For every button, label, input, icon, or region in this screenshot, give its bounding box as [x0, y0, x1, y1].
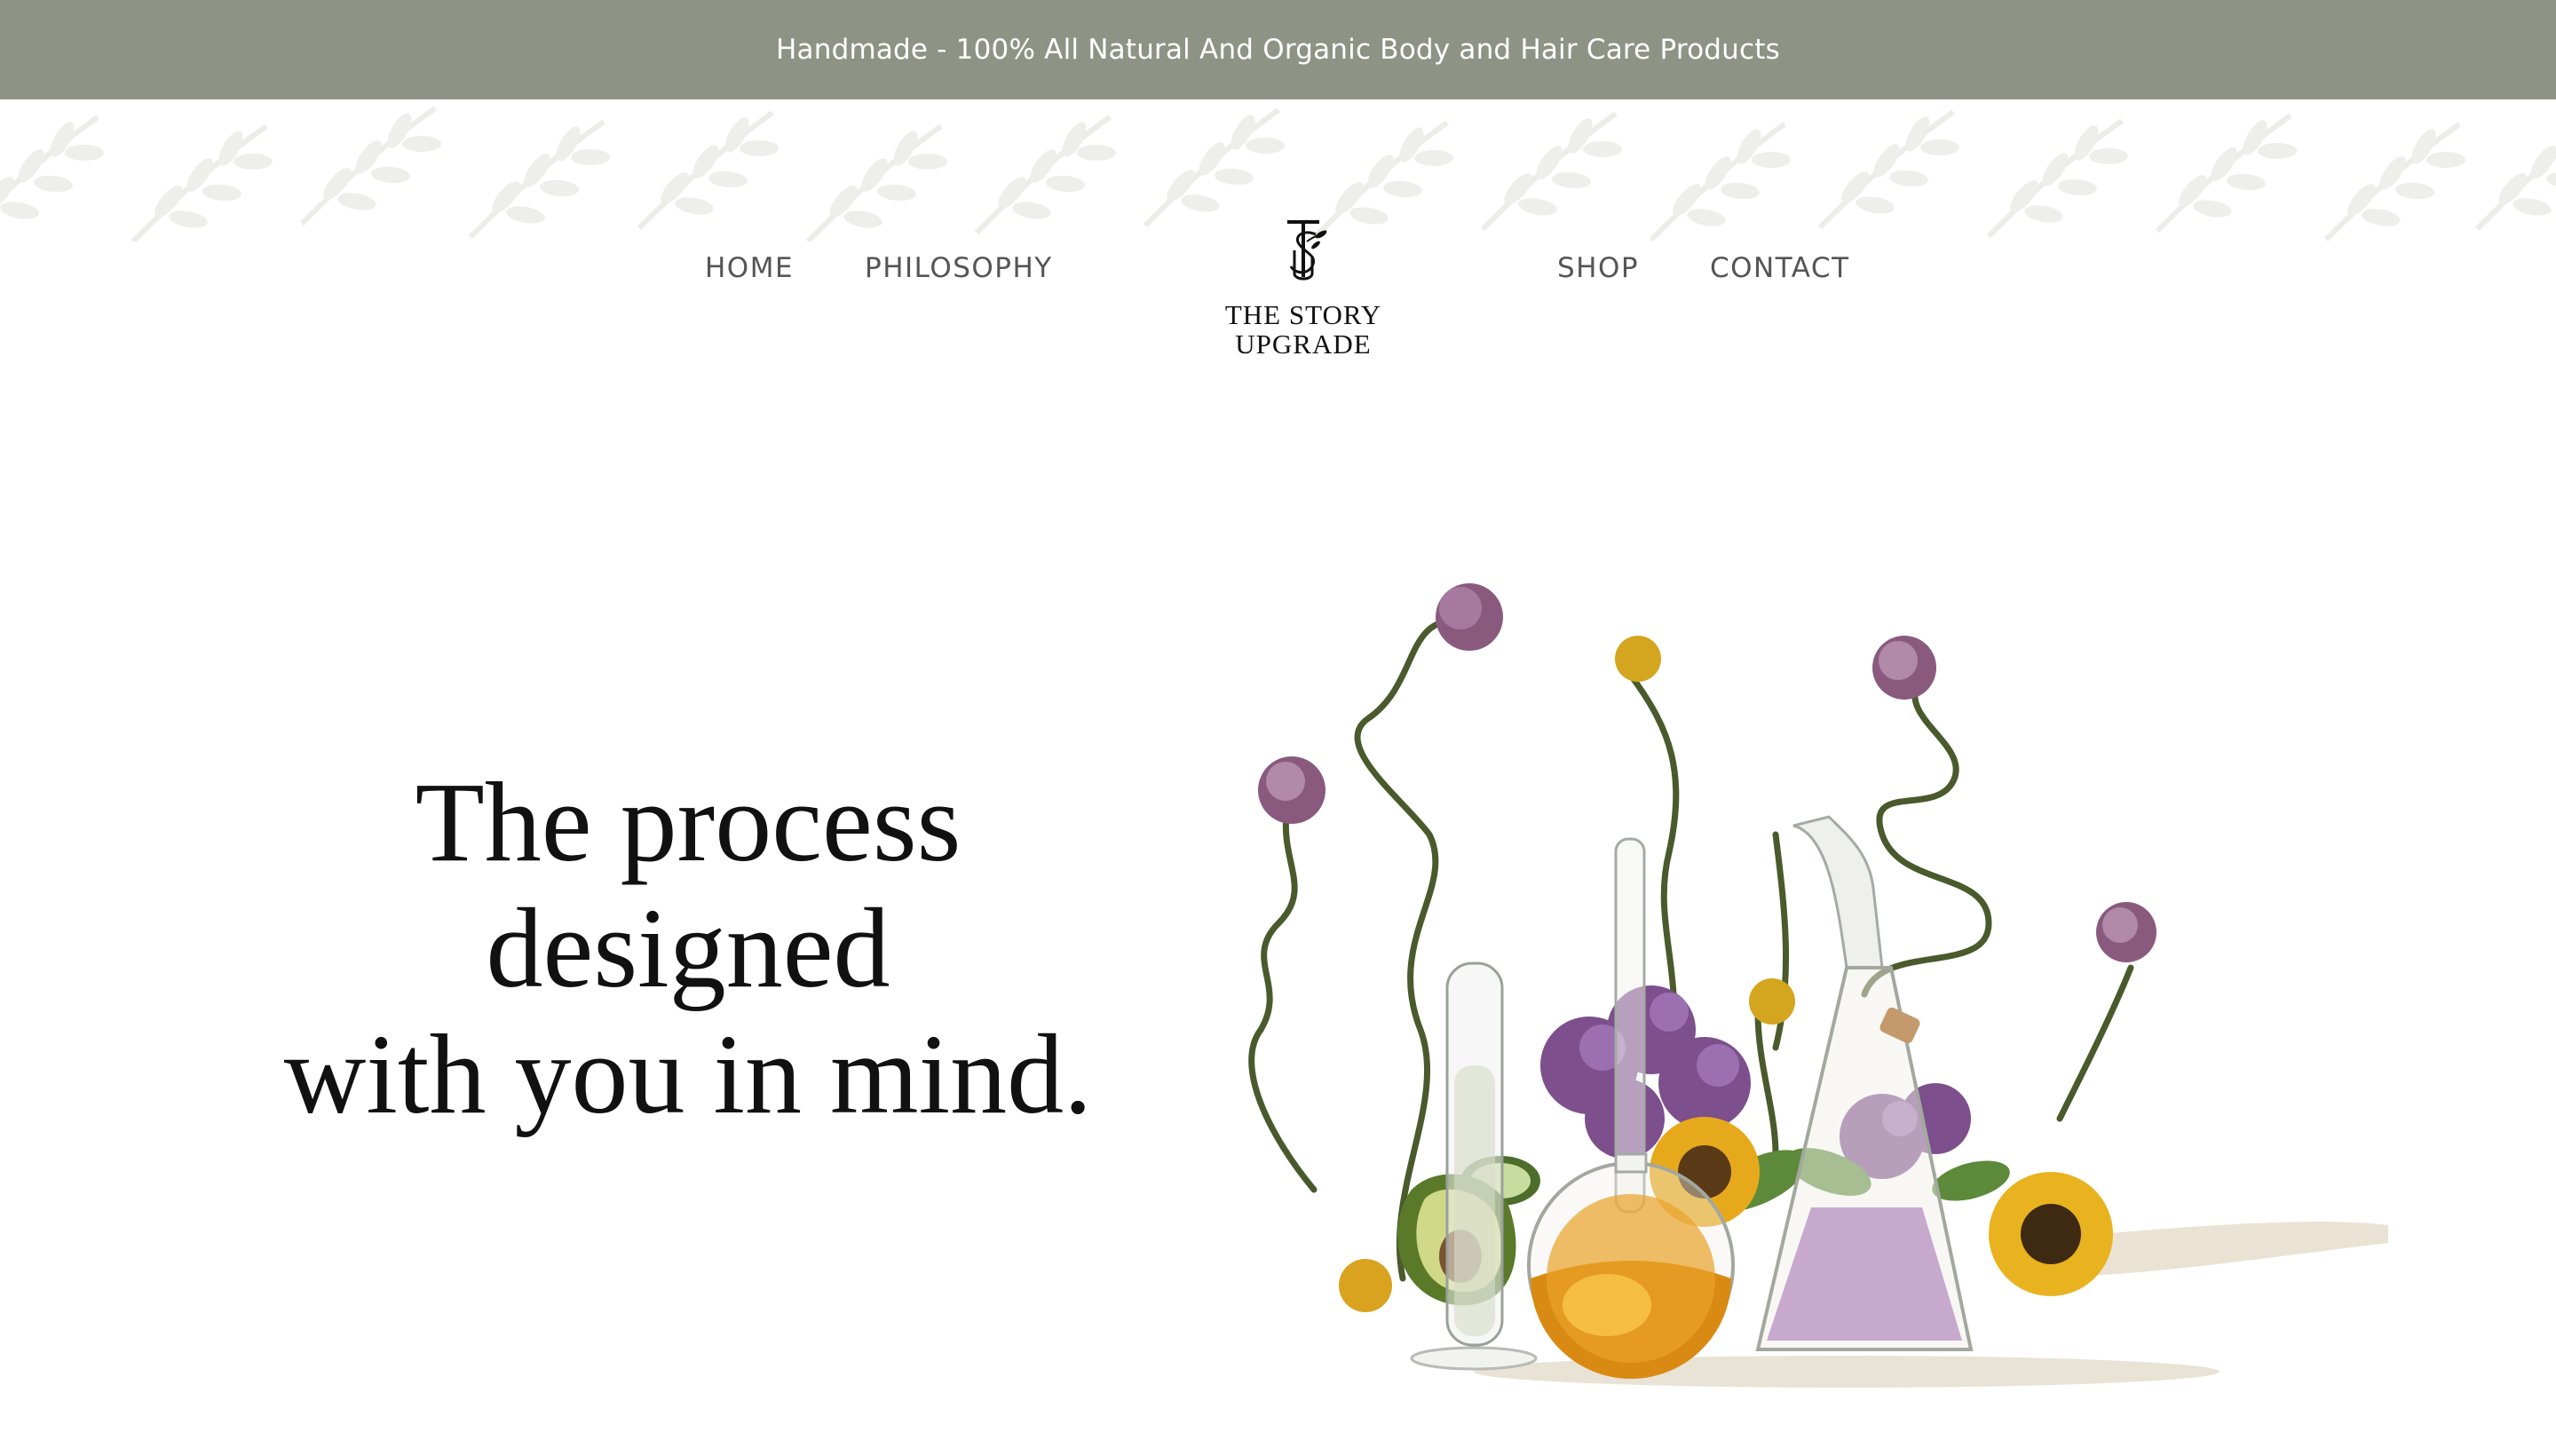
nav-shop-link[interactable]: SHOP	[1557, 252, 1639, 284]
hero-line-3: with you in mind.	[283, 1011, 1093, 1137]
site-header: HOME PHILOSOPHY THE STORY UPGRADE SHOP C…	[0, 220, 2556, 366]
announcement-bar: Handmade - 100% All Natural And Organic …	[0, 0, 2556, 99]
brand-logo[interactable]: THE STORY UPGRADE	[1207, 215, 1399, 360]
monogram-icon	[1287, 220, 1327, 281]
logo-line-1: THE STORY	[1224, 299, 1382, 330]
nav-contact-link[interactable]: CONTACT	[1710, 252, 1850, 284]
hero-headline: The process designed with you in mind.	[160, 759, 1216, 1137]
hero-line-1: The process	[415, 759, 961, 885]
hero-line-2: designed	[486, 885, 890, 1011]
nav-philosophy-link[interactable]: PHILOSOPHY	[865, 252, 1053, 284]
hero-botanical-image	[1207, 568, 2415, 1403]
nav-home-link[interactable]: HOME	[705, 252, 794, 284]
logo-line-2: UPGRADE	[1235, 328, 1372, 360]
announcement-text: Handmade - 100% All Natural And Organic …	[776, 34, 1780, 66]
